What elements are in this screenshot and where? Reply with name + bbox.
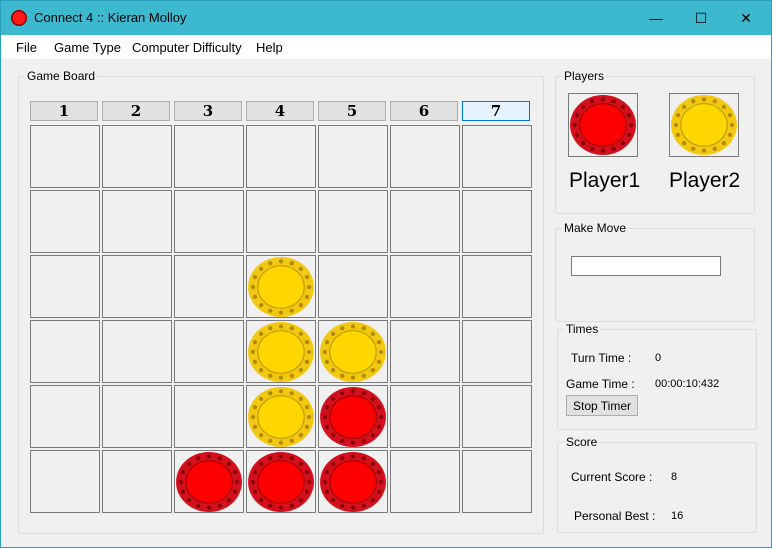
board-cell[interactable] [390, 190, 460, 253]
board-cell[interactable] [462, 385, 532, 448]
board-cell[interactable] [318, 190, 388, 253]
board-cell[interactable] [102, 450, 172, 513]
board-cell[interactable] [174, 255, 244, 318]
player2-name: Player2 [669, 169, 741, 192]
player2-chip-frame [669, 93, 739, 157]
board-cell[interactable] [462, 190, 532, 253]
board-cell[interactable] [390, 450, 460, 513]
yellow-chip-icon [248, 256, 314, 317]
board-cell[interactable] [318, 125, 388, 188]
board-cell[interactable] [102, 385, 172, 448]
column-button-4[interactable]: 4 [246, 101, 314, 121]
player2-chip-icon [671, 94, 737, 156]
minimize-button[interactable]: — [633, 1, 679, 35]
board-cell[interactable] [102, 190, 172, 253]
column-button-7[interactable]: 7 [462, 101, 530, 121]
board-cell[interactable] [30, 255, 100, 318]
menu-bar: File Game Type Computer Difficulty Help [1, 35, 771, 59]
yellow-chip-icon [320, 321, 386, 382]
board-cell[interactable] [462, 450, 532, 513]
player1-chip-frame [568, 93, 638, 157]
column-button-5[interactable]: 5 [318, 101, 386, 121]
board-cell[interactable] [246, 125, 316, 188]
board-cell[interactable] [30, 320, 100, 383]
app-window: Connect 4 :: Kieran Molloy — ☐ ✕ File Ga… [0, 0, 772, 548]
personal-best-label: Personal Best : [574, 509, 656, 523]
board-cell[interactable] [246, 385, 316, 448]
board-cell[interactable] [30, 190, 100, 253]
stop-timer-button[interactable]: Stop Timer [566, 395, 638, 416]
board-cell[interactable] [174, 450, 244, 513]
player1-name: Player1 [569, 169, 641, 192]
player1-chip-icon [570, 94, 636, 156]
app-icon [11, 10, 27, 26]
board-cell[interactable] [246, 190, 316, 253]
column-button-6[interactable]: 6 [390, 101, 458, 121]
title-bar[interactable]: Connect 4 :: Kieran Molloy — ☐ ✕ [1, 1, 771, 35]
board-cell[interactable] [102, 255, 172, 318]
menu-game-type[interactable]: Game Type [54, 40, 121, 55]
make-move-label: Make Move [562, 221, 629, 235]
board-cell[interactable] [246, 320, 316, 383]
board-cell[interactable] [390, 125, 460, 188]
board-cell[interactable] [390, 385, 460, 448]
current-score-value: 8 [671, 471, 678, 483]
times-label: Times [564, 322, 601, 336]
game-time-label: Game Time : [566, 377, 635, 391]
board-cell[interactable] [390, 255, 460, 318]
menu-help[interactable]: Help [256, 40, 283, 55]
turn-time-label: Turn Time : [571, 351, 632, 365]
board-cell[interactable] [174, 320, 244, 383]
board-cell[interactable] [390, 320, 460, 383]
game-time-value: 00:00:10:432 [655, 378, 720, 390]
board-cell[interactable] [30, 125, 100, 188]
red-chip-icon [320, 451, 386, 512]
yellow-chip-icon [248, 386, 314, 447]
personal-best-value: 16 [671, 510, 684, 522]
board-cell[interactable] [246, 255, 316, 318]
red-chip-icon [176, 451, 242, 512]
score-label: Score [564, 435, 600, 449]
red-chip-icon [320, 386, 386, 447]
board-cell[interactable] [318, 320, 388, 383]
players-label: Players [562, 69, 607, 83]
close-button[interactable]: ✕ [723, 1, 769, 35]
board-cell[interactable] [102, 320, 172, 383]
board-cell[interactable] [30, 385, 100, 448]
current-score-label: Current Score : [571, 470, 653, 484]
board-cell[interactable] [318, 385, 388, 448]
menu-file[interactable]: File [16, 40, 37, 55]
turn-time-value: 0 [655, 352, 662, 364]
board-cell[interactable] [318, 255, 388, 318]
column-button-1[interactable]: 1 [30, 101, 98, 121]
board-cell[interactable] [462, 255, 532, 318]
board-cell[interactable] [102, 125, 172, 188]
board-cell[interactable] [462, 320, 532, 383]
board-cell[interactable] [30, 450, 100, 513]
board-cell[interactable] [318, 450, 388, 513]
make-move-input[interactable] [571, 256, 721, 276]
board-cell[interactable] [246, 450, 316, 513]
menu-computer-difficulty[interactable]: Computer Difficulty [132, 40, 242, 55]
yellow-chip-icon [248, 321, 314, 382]
window-title: Connect 4 :: Kieran Molloy [34, 10, 187, 25]
board-cell[interactable] [174, 385, 244, 448]
board-cell[interactable] [174, 125, 244, 188]
red-chip-icon [248, 451, 314, 512]
column-button-3[interactable]: 3 [174, 101, 242, 121]
board-cell[interactable] [174, 190, 244, 253]
maximize-button[interactable]: ☐ [678, 1, 724, 35]
column-button-2[interactable]: 2 [102, 101, 170, 121]
game-board-label: Game Board [25, 69, 98, 83]
board-cell[interactable] [462, 125, 532, 188]
